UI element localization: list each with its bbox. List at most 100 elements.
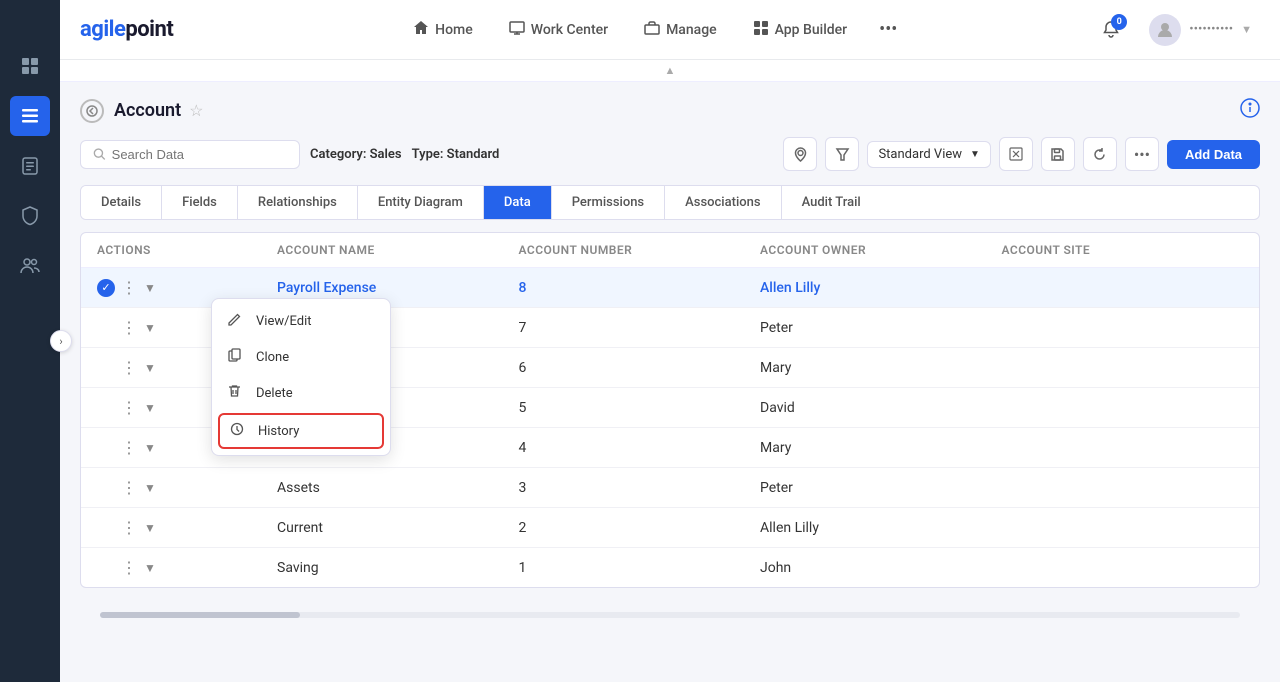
refresh-btn[interactable]: [1083, 137, 1117, 171]
cell-account-owner: Peter: [760, 320, 1002, 336]
add-data-button[interactable]: Add Data: [1167, 140, 1260, 169]
tab-associations[interactable]: Associations: [665, 186, 781, 219]
search-box[interactable]: [80, 140, 300, 169]
menu-item-history[interactable]: History: [218, 413, 384, 449]
nav-home-label: Home: [435, 22, 473, 38]
row-checkbox-empty[interactable]: [97, 479, 115, 497]
row-checkbox-empty[interactable]: [97, 519, 115, 537]
row-menu-btn[interactable]: ⋮: [121, 398, 138, 417]
collapse-bar[interactable]: ▲: [60, 60, 1280, 82]
tab-audit-trail[interactable]: Audit Trail: [782, 186, 881, 219]
nav-item-workcenter[interactable]: Work Center: [493, 12, 624, 48]
row-menu-btn[interactable]: ⋮: [121, 278, 138, 297]
row-checkbox-empty[interactable]: [97, 359, 115, 377]
page-header: Account ☆: [80, 98, 1260, 123]
row-expand-btn[interactable]: ▼: [144, 441, 156, 455]
nav-item-appbuilder[interactable]: App Builder: [737, 12, 863, 48]
row-actions: ✓ ⋮ ▼: [97, 278, 277, 297]
row-actions: ⋮ ▼: [97, 478, 277, 497]
nav-item-manage[interactable]: Manage: [628, 12, 733, 48]
nav-right: 0 •••••••••• ▼: [1093, 10, 1260, 50]
tab-fields[interactable]: Fields: [162, 186, 238, 219]
tab-entity-diagram[interactable]: Entity Diagram: [358, 186, 484, 219]
cell-account-owner: Peter: [760, 480, 1002, 496]
favorite-icon[interactable]: ☆: [189, 101, 203, 120]
user-menu[interactable]: •••••••••• ▼: [1141, 10, 1260, 50]
tab-data[interactable]: Data: [484, 186, 552, 219]
briefcase-icon: [644, 20, 660, 40]
row-expand-btn[interactable]: ▼: [144, 361, 156, 375]
row-expand-btn[interactable]: ▼: [144, 481, 156, 495]
cell-account-name: Current: [277, 520, 519, 536]
back-button[interactable]: [80, 99, 104, 123]
cell-account-number: 6: [519, 360, 761, 376]
scrollbar-thumb[interactable]: [100, 612, 300, 618]
nav-manage-label: Manage: [666, 22, 717, 38]
cell-account-name[interactable]: Payroll Expense: [277, 280, 519, 296]
row-checkbox-empty[interactable]: [97, 399, 115, 417]
row-checkbox-empty[interactable]: [97, 559, 115, 577]
info-icon[interactable]: [1240, 98, 1260, 123]
menu-item-view-edit[interactable]: View/Edit: [212, 303, 390, 339]
horizontal-scrollbar[interactable]: [100, 612, 1240, 618]
sidebar-toggle[interactable]: ›: [50, 330, 72, 352]
row-expand-btn[interactable]: ▼: [144, 281, 156, 295]
export-excel-btn[interactable]: [999, 137, 1033, 171]
row-expand-btn[interactable]: ▼: [144, 321, 156, 335]
save-btn[interactable]: [1041, 137, 1075, 171]
nav-item-home[interactable]: Home: [397, 12, 489, 48]
cell-account-owner[interactable]: Allen Lilly: [760, 280, 1002, 296]
row-menu-btn[interactable]: ⋮: [121, 358, 138, 377]
view-edit-icon: [228, 312, 246, 330]
row-actions: ⋮ ▼: [97, 558, 277, 577]
cell-account-number: 5: [519, 400, 761, 416]
location-btn[interactable]: [783, 137, 817, 171]
row-menu-btn[interactable]: ⋮: [121, 318, 138, 337]
sidebar-item-data[interactable]: [10, 96, 50, 136]
category-label: Category: Sales: [310, 147, 402, 162]
notification-button[interactable]: 0: [1093, 12, 1129, 48]
cell-account-number: 7: [519, 320, 761, 336]
col-account-site: Account Site: [1002, 243, 1244, 257]
row-checkbox[interactable]: ✓: [97, 279, 115, 297]
row-menu-btn[interactable]: ⋮: [121, 558, 138, 577]
cell-account-number[interactable]: 8: [519, 280, 761, 296]
menu-item-view-edit-label: View/Edit: [256, 314, 311, 329]
menu-item-delete-label: Delete: [256, 386, 293, 401]
row-checkbox-empty[interactable]: [97, 319, 115, 337]
menu-item-delete[interactable]: Delete: [212, 375, 390, 411]
filter-btn[interactable]: [825, 137, 859, 171]
menu-item-history-label: History: [258, 424, 299, 439]
data-table: ACTIONS Account Name Account Number Acco…: [80, 232, 1260, 588]
more-options-btn[interactable]: •••: [1125, 137, 1159, 171]
sidebar-item-security[interactable]: [10, 196, 50, 236]
search-input[interactable]: [112, 147, 287, 162]
row-menu-btn[interactable]: ⋮: [121, 478, 138, 497]
toolbar: Category: Sales Type: Standard Standard …: [80, 137, 1260, 171]
avatar: [1149, 14, 1181, 46]
row-expand-btn[interactable]: ▼: [144, 561, 156, 575]
tab-relationships[interactable]: Relationships: [238, 186, 358, 219]
tab-permissions[interactable]: Permissions: [552, 186, 665, 219]
cell-account-owner: Mary: [760, 440, 1002, 456]
view-select[interactable]: Standard View ▼: [867, 141, 990, 168]
table-row: ⋮ ▼ Saving 1 John: [81, 548, 1259, 587]
page-title: Account: [114, 100, 181, 121]
table-row: ⋮ ▼ Assets 3 Peter: [81, 468, 1259, 508]
nav-more-btn[interactable]: •••: [867, 11, 909, 48]
context-menu: View/Edit Clone Delete: [211, 298, 391, 456]
sidebar-item-reports[interactable]: [10, 146, 50, 186]
view-select-label: Standard View: [878, 147, 962, 162]
cell-account-owner: Allen Lilly: [760, 520, 1002, 536]
nav-items: Home Work Center Manage App Builder: [213, 11, 1093, 48]
tab-details[interactable]: Details: [81, 186, 162, 219]
row-menu-btn[interactable]: ⋮: [121, 438, 138, 457]
row-expand-btn[interactable]: ▼: [144, 401, 156, 415]
row-checkbox-empty[interactable]: [97, 439, 115, 457]
sidebar-item-dashboard[interactable]: [10, 46, 50, 86]
row-expand-btn[interactable]: ▼: [144, 521, 156, 535]
row-menu-btn[interactable]: ⋮: [121, 518, 138, 537]
tabs-bar: Details Fields Relationships Entity Diag…: [80, 185, 1260, 220]
menu-item-clone[interactable]: Clone: [212, 339, 390, 375]
sidebar-item-users[interactable]: [10, 246, 50, 286]
